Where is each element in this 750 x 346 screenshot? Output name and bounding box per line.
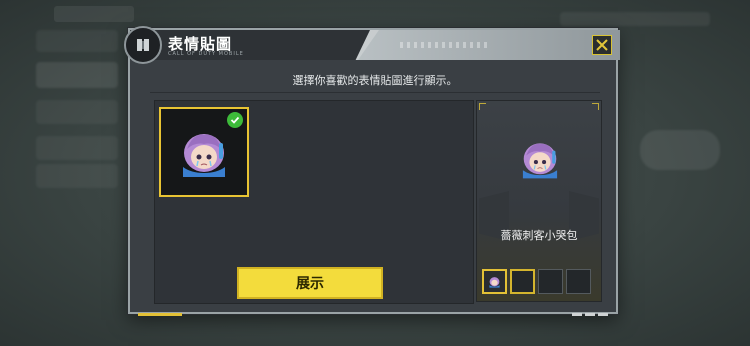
instruction-text: 選擇你喜歡的表情貼圖進行顯示。 bbox=[292, 74, 458, 87]
background-logo bbox=[54, 6, 134, 22]
equip-slot[interactable] bbox=[510, 269, 535, 294]
close-button[interactable] bbox=[592, 35, 612, 55]
preview-sticker bbox=[522, 143, 558, 179]
show-button[interactable]: 展示 bbox=[237, 267, 383, 299]
check-icon bbox=[227, 112, 243, 128]
background-decoration bbox=[560, 12, 710, 26]
sticker-name: 薔薇刺客小哭包 bbox=[500, 229, 578, 242]
preview-panel: 薔薇刺客小哭包 bbox=[476, 100, 602, 302]
sticker-grid: 展示 bbox=[154, 100, 474, 304]
background-menu-item bbox=[36, 136, 118, 160]
slot-sticker-icon bbox=[489, 277, 500, 288]
cod-logo-icon bbox=[124, 26, 162, 64]
equip-slot[interactable] bbox=[566, 269, 591, 294]
equip-slot[interactable] bbox=[538, 269, 563, 294]
bottom-decoration bbox=[572, 313, 608, 316]
close-icon bbox=[596, 39, 608, 51]
dialog-header: 表情貼圖 CALL OF DUTY MOBILE bbox=[124, 26, 620, 64]
background-menu-item bbox=[36, 62, 118, 88]
equip-slots bbox=[482, 269, 591, 294]
equip-slot[interactable] bbox=[482, 269, 507, 294]
background-menu-item bbox=[36, 100, 118, 124]
background-decoration bbox=[640, 130, 720, 170]
divider bbox=[150, 92, 600, 93]
sticker-item[interactable] bbox=[159, 107, 249, 197]
background-menu-item bbox=[36, 164, 118, 188]
background-menu-item bbox=[36, 30, 118, 52]
sticker-dialog: 表情貼圖 CALL OF DUTY MOBILE 選擇你喜歡的表情貼圖進行顯示。 bbox=[124, 26, 620, 316]
bottom-accent bbox=[138, 313, 182, 316]
game-subtitle: CALL OF DUTY MOBILE bbox=[168, 51, 244, 57]
